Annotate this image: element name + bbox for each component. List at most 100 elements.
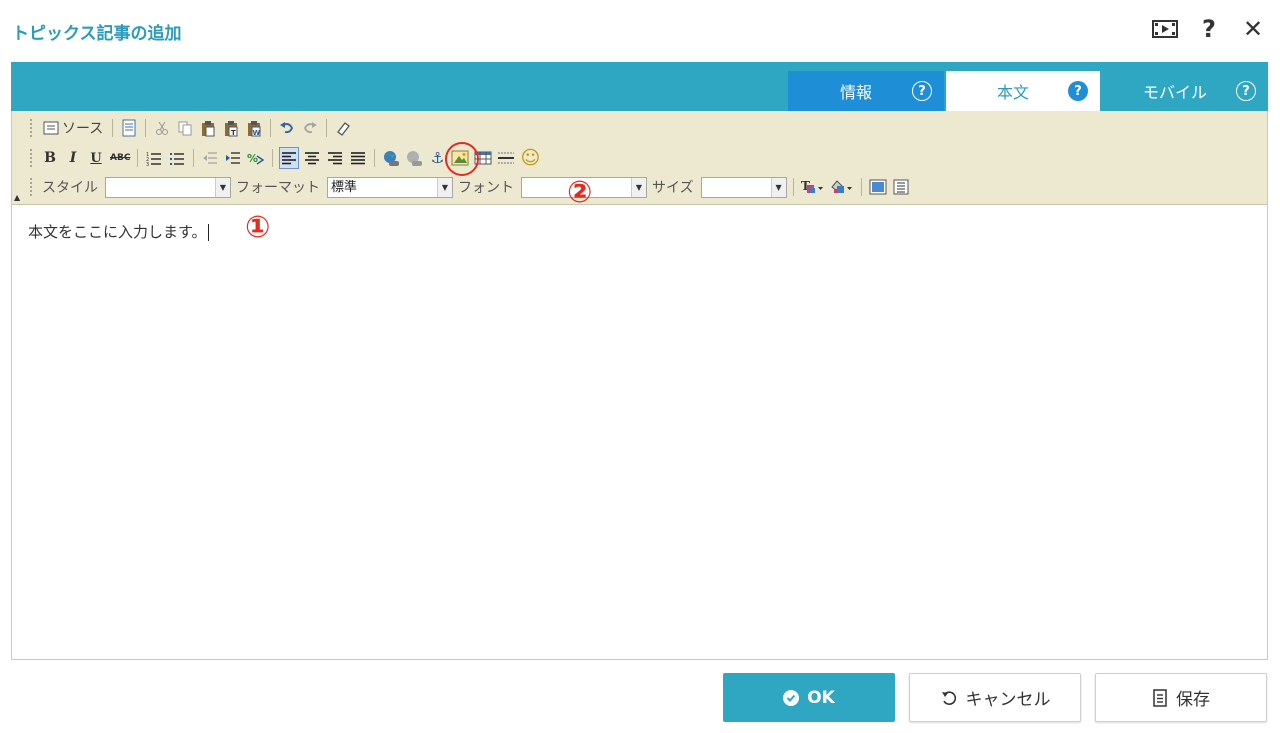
source-icon [43,121,59,135]
blockquote-icon[interactable]: % [246,147,266,169]
style-label: スタイル [42,180,98,196]
annotation-marker-1: ① [245,210,271,245]
collapse-toolbar-icon[interactable]: ▲ [14,193,20,202]
document-icon [1153,688,1167,707]
svg-text:T: T [231,129,236,137]
smiley-icon[interactable]: ☺ [519,147,541,169]
horizontal-rule-icon[interactable] [496,147,516,169]
unlink-icon[interactable] [404,147,424,169]
toolbar-separator [112,119,114,137]
underline-button[interactable]: U [86,147,106,169]
format-select[interactable]: 標準 ▼ [327,176,453,198]
svg-text:%: % [247,152,258,165]
size-select[interactable]: ▼ [700,176,787,198]
cancel-label: キャンセル [965,690,1051,710]
editor-text: 本文をここに入力します。 [28,223,207,241]
editor-content[interactable]: 本文をここに入力します。 [12,206,1267,659]
style-select[interactable]: ▼ [105,176,231,198]
tab-strip: 情報 ? 本文 ? モバイル ? [11,62,1268,111]
align-center-icon[interactable] [302,147,322,169]
eraser-icon[interactable] [333,117,353,139]
new-page-button[interactable] [119,117,139,139]
save-label: 保存 [1176,690,1210,710]
indent-icon[interactable] [223,147,243,169]
chevron-down-icon: ▼ [770,177,786,197]
toolbar-separator [374,149,376,167]
toolbar-separator [137,149,139,167]
text-cursor [207,224,209,241]
bold-button[interactable]: B [40,147,60,169]
show-blocks-icon[interactable] [891,176,911,198]
chevron-down-icon: ▼ [215,177,230,197]
image-icon[interactable] [445,142,480,176]
source-button[interactable]: ソース [40,117,106,139]
toolbar-row-2: B I U ABC 123 % ⚓ ☺ [30,142,541,176]
tab-label: モバイル [1142,83,1207,102]
background-color-icon[interactable] [829,176,855,198]
chevron-down-icon: ▼ [437,177,452,197]
rich-text-editor: ソース T W B I U ABC 1 2 3 % ⚓ ☺ スタイル ▼ フォー… [11,111,1268,660]
film-icon[interactable] [1152,14,1178,44]
format-label: フォーマット [236,180,320,196]
toolbar-row-3: スタイル ▼ フォーマット 標準 ▼ フォント ▼ サイズ ▼ T [30,174,911,200]
save-button[interactable]: 保存 [1095,673,1267,722]
close-icon[interactable]: ✕ [1240,14,1266,44]
ok-button[interactable]: OK [723,673,895,722]
size-label: サイズ [652,180,694,196]
tab-help-icon[interactable]: ? [1236,81,1256,101]
toolbar-row-1: ソース T W [30,115,353,141]
tab-info[interactable]: 情報 ? [788,71,944,111]
strikethrough-button[interactable]: ABC [109,147,131,169]
tab-help-icon[interactable]: ? [912,81,932,101]
align-right-icon[interactable] [325,147,345,169]
check-icon [783,689,800,706]
toolbar-grip [30,119,34,137]
annotation-marker-2: ② [567,175,593,210]
outdent-icon[interactable] [200,147,220,169]
font-label: フォント [458,180,514,196]
paste-word-icon[interactable]: W [244,117,264,139]
anchor-icon[interactable]: ⚓ [427,147,447,169]
cut-icon[interactable] [152,117,172,139]
help-icon[interactable]: ? [1196,14,1222,44]
toolbar-separator [860,178,862,196]
copy-icon[interactable] [175,117,195,139]
size-value [702,178,771,197]
tab-label: 本文 [996,83,1029,102]
toolbar-separator [792,178,794,196]
align-left-icon[interactable] [279,147,300,169]
editor-toolbar: ソース T W B I U ABC 1 2 3 % ⚓ ☺ スタイル ▼ フォー… [12,111,1267,205]
window-controls: ? ✕ [1152,14,1266,44]
format-value: 標準 [331,179,358,195]
style-value [106,178,215,197]
tab-help-icon[interactable]: ? [1068,81,1088,101]
source-label: ソース [62,121,104,137]
link-icon[interactable] [381,147,401,169]
maximize-icon[interactable] [868,176,888,198]
toolbar-separator [145,119,147,137]
chevron-down-icon: ▼ [631,177,646,197]
svg-text:3: 3 [146,162,149,166]
toolbar-separator [272,149,274,167]
redo-icon[interactable] [300,117,320,139]
new-page-icon [122,119,136,137]
paste-text-icon[interactable]: T [221,117,241,139]
toolbar-separator [193,149,195,167]
align-justify-icon[interactable] [348,147,368,169]
tab-mobile[interactable]: モバイル ? [1102,71,1268,111]
paste-icon[interactable] [198,117,218,139]
italic-button[interactable]: I [63,147,83,169]
tab-label: 情報 [839,83,872,102]
numbered-list-icon[interactable]: 123 [144,147,164,169]
toolbar-separator [270,119,272,137]
text-color-icon[interactable]: T [800,176,826,198]
undo-icon [941,690,956,705]
dialog-title: トピックス記事の追加 [12,24,182,44]
bulleted-list-icon[interactable] [167,147,187,169]
dialog-titlebar: トピックス記事の追加 ? ✕ [0,0,1280,62]
cancel-button[interactable]: キャンセル [909,673,1081,722]
toolbar-grip [30,178,34,196]
tab-body[interactable]: 本文 ? [946,71,1100,111]
toolbar-grip [30,149,34,167]
undo-icon[interactable] [277,117,297,139]
